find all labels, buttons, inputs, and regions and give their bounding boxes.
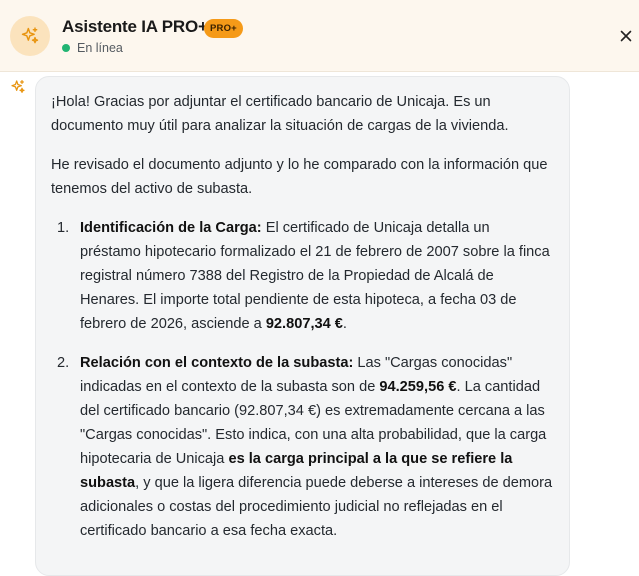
pro-badge: PRO+ [204,19,243,38]
item-heading: Identificación de la Carga: [80,220,262,236]
item-amount: 92.807,34 € [265,316,343,332]
item-text: , y que la ligera diferencia puede deber… [80,475,553,539]
list-item: 2. Relación con el contexto de la subast… [51,351,553,543]
message-review: He revisado el documento adjunto y lo he… [51,157,548,197]
status-label: En línea [77,41,123,55]
close-button[interactable] [616,26,636,46]
online-status: En línea [61,41,123,55]
assistant-avatar [10,16,50,56]
sparkles-icon [11,80,25,93]
list-item: 1. Identificación de la Carga: El certif… [51,216,553,336]
sparkles-icon [21,27,39,44]
assistant-title: Asistente IA PRO+ [62,17,208,36]
chat-header: Asistente IA PRO+ PRO+ En línea [0,0,639,72]
findings-list: 1. Identificación de la Carga: El certif… [51,216,553,543]
assistant-message: ¡Hola! Gracias por adjuntar el certifica… [35,76,570,576]
item-heading: Relación con el contexto de la subasta: [80,355,354,371]
list-number: 1. [57,220,70,236]
list-number: 2. [57,355,70,371]
item-amount: 94.259,56 € [379,379,457,395]
status-dot-icon [62,44,70,52]
close-icon [620,30,632,42]
item-text: . [342,316,347,332]
message-intro: ¡Hola! Gracias por adjuntar el certifica… [51,94,509,134]
